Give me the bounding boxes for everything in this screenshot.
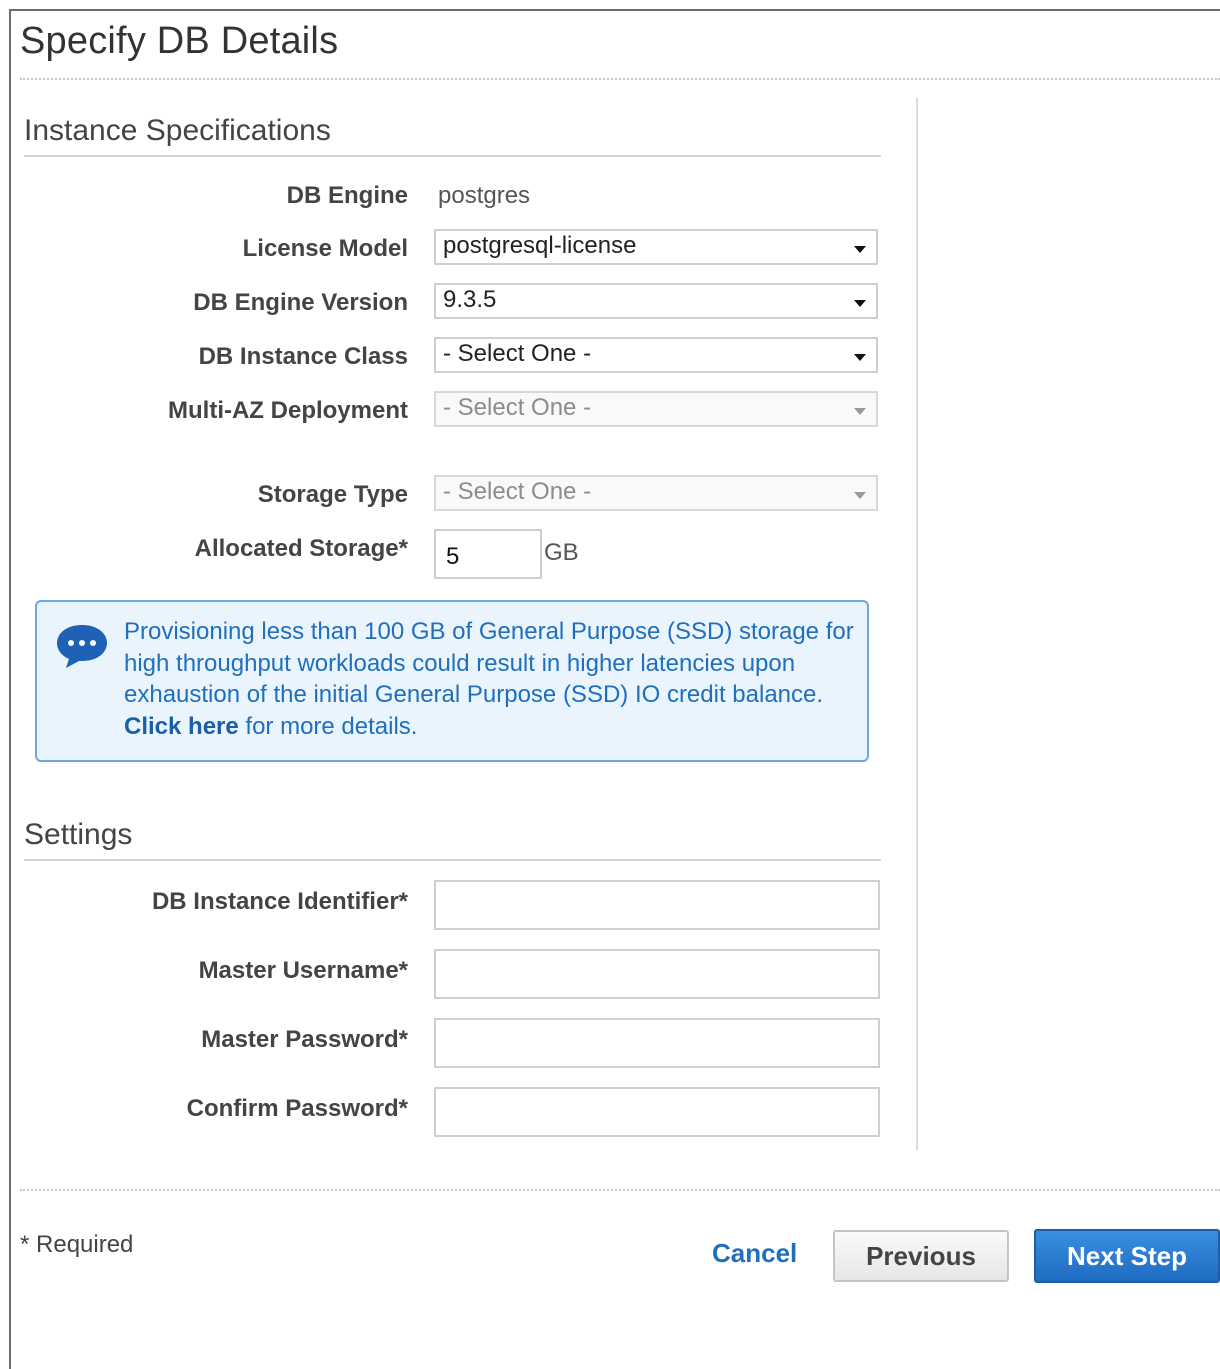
multi-az-deployment-value: - Select One - — [443, 394, 592, 421]
info-notice-text: Provisioning less than 100 GB of General… — [124, 616, 864, 742]
storage-type-value: - Select One - — [443, 478, 592, 505]
previous-button[interactable]: Previous — [833, 1230, 1009, 1282]
multi-az-deployment-select[interactable]: - Select One - — [434, 391, 878, 427]
license-model-value: postgresql-license — [443, 232, 637, 259]
db-instance-identifier-input[interactable] — [434, 880, 880, 930]
db-engine-value: postgres — [438, 182, 531, 209]
allocated-storage-unit: GB — [544, 539, 579, 566]
chevron-down-icon — [854, 492, 866, 499]
master-password-label: Master Password* — [201, 1026, 408, 1053]
required-note: * Required — [20, 1231, 134, 1258]
db-instance-class-select[interactable]: - Select One - — [434, 337, 878, 373]
settings-heading: Settings — [24, 818, 133, 851]
chevron-down-icon — [854, 354, 866, 361]
db-engine-label: DB Engine — [286, 182, 408, 209]
storage-type-label: Storage Type — [257, 481, 408, 508]
db-instance-class-value: - Select One - — [443, 340, 592, 367]
vertical-divider — [916, 98, 918, 1150]
settings-divider — [24, 859, 881, 861]
license-model-select[interactable]: postgresql-license — [434, 229, 878, 265]
title-divider — [20, 78, 1220, 80]
instance-specifications-heading: Instance Specifications — [24, 114, 331, 147]
master-username-label: Master Username* — [198, 957, 408, 984]
db-instance-identifier-label: DB Instance Identifier* — [151, 888, 408, 915]
info-notice: Provisioning less than 100 GB of General… — [35, 600, 869, 762]
cancel-link[interactable]: Cancel — [712, 1238, 797, 1269]
next-step-button[interactable]: Next Step — [1034, 1229, 1220, 1283]
allocated-storage-input[interactable]: 5 — [434, 529, 542, 579]
allocated-storage-label: Allocated Storage* — [194, 535, 408, 562]
info-notice-suffix: for more details. — [245, 712, 418, 740]
chevron-down-icon — [854, 246, 866, 253]
chevron-down-icon — [854, 408, 866, 415]
db-engine-version-select[interactable]: 9.3.5 — [434, 283, 878, 319]
info-notice-message: Provisioning less than 100 GB of General… — [124, 618, 854, 708]
instance-specifications-divider — [24, 155, 881, 157]
allocated-storage-value: 5 — [446, 543, 460, 570]
license-model-label: License Model — [242, 235, 408, 262]
speech-bubble-icon — [57, 625, 107, 668]
storage-type-select[interactable]: - Select One - — [434, 475, 878, 511]
multi-az-deployment-label: Multi-AZ Deployment — [168, 397, 408, 424]
chevron-down-icon — [854, 300, 866, 307]
master-password-input[interactable] — [434, 1018, 880, 1068]
db-engine-version-value: 9.3.5 — [443, 286, 497, 313]
click-here-link[interactable]: Click here — [124, 713, 239, 740]
db-engine-version-label: DB Engine Version — [193, 289, 408, 316]
page-title: Specify DB Details — [20, 20, 339, 62]
footer-divider — [20, 1189, 1220, 1191]
confirm-password-label: Confirm Password* — [186, 1095, 408, 1122]
master-username-input[interactable] — [434, 949, 880, 999]
confirm-password-input[interactable] — [434, 1087, 880, 1137]
db-instance-class-label: DB Instance Class — [198, 343, 408, 370]
